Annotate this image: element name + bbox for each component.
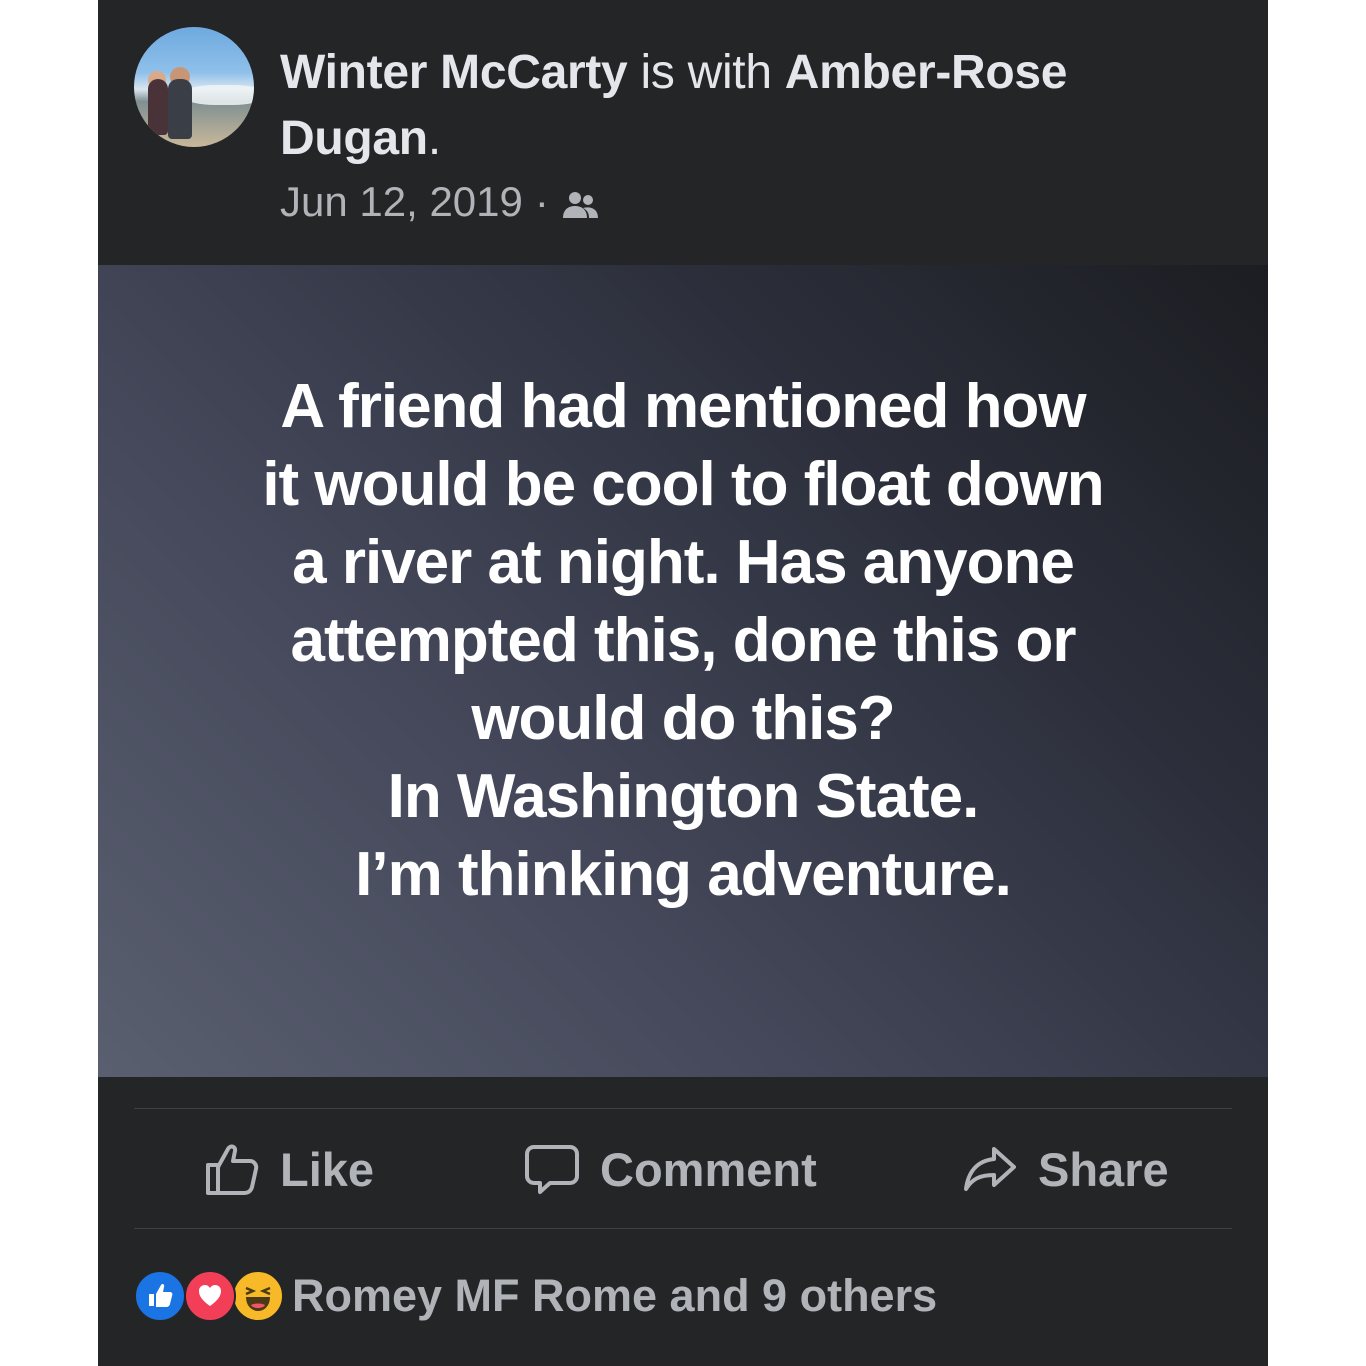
friends-icon[interactable] (561, 184, 601, 220)
author-avatar[interactable] (134, 27, 254, 147)
share-arrow-icon (964, 1147, 1016, 1191)
post-header: Winter McCarty is with Amber-Rose Dugan.… (98, 0, 1268, 265)
status-line: A friend had mentioned how (280, 372, 1086, 441)
love-reaction-icon (184, 1270, 236, 1322)
haha-reaction-icon (232, 1270, 284, 1322)
status-line: a river at night. Has anyone (292, 528, 1075, 597)
post-title: Winter McCarty is with Amber-Rose Dugan. (280, 40, 1240, 172)
reaction-summary-text[interactable]: Romey MF Rome and 9 others (292, 1270, 937, 1322)
like-label: Like (280, 1142, 375, 1196)
comment-button[interactable]: Comment (524, 1110, 817, 1228)
status-line: it would be cool to float down (262, 450, 1104, 519)
status-line: attempted this, done this or (290, 606, 1077, 675)
author-name-link[interactable]: Winter McCarty (280, 46, 628, 99)
share-label: Share (1038, 1142, 1169, 1196)
share-button[interactable]: Share (962, 1110, 1169, 1228)
comment-label: Comment (600, 1142, 817, 1196)
post-date[interactable]: Jun 12, 2019 (280, 176, 523, 228)
status-background: A friend had mentioned how it would be c… (98, 265, 1268, 1077)
divider-bottom (134, 1228, 1232, 1229)
reaction-icons (134, 1270, 284, 1322)
status-text: A friend had mentioned how it would be c… (183, 368, 1183, 914)
title-period: . (427, 112, 441, 165)
status-line: would do this? (471, 684, 895, 753)
action-bar: Like Comment Share (134, 1110, 1232, 1228)
thumbs-up-icon (206, 1144, 259, 1195)
status-line: In Washington State. (387, 762, 980, 831)
post-card: Winter McCarty is with Amber-Rose Dugan.… (98, 0, 1268, 1366)
divider-top (134, 1108, 1232, 1109)
reactions-summary[interactable]: Romey MF Rome and 9 others (134, 1258, 937, 1334)
post-meta: Jun 12, 2019 · (280, 176, 601, 228)
with-text: is with (627, 46, 785, 99)
like-reaction-icon (134, 1270, 186, 1322)
meta-separator: · (534, 178, 549, 225)
comment-icon (525, 1145, 579, 1194)
status-line: I’m thinking adventure. (355, 840, 1012, 909)
like-button[interactable]: Like (204, 1110, 374, 1228)
